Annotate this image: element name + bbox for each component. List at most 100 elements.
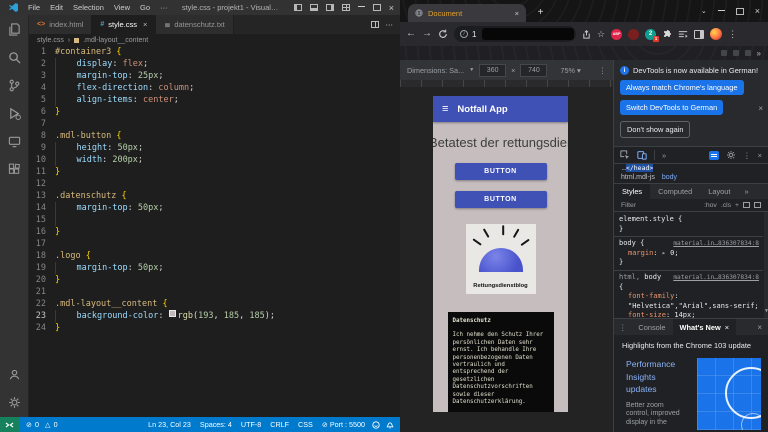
problems-indicator[interactable]: ⊘0 △0 [26, 420, 58, 429]
address-bar[interactable]: i 1 [454, 26, 576, 42]
status-item[interactable]: UTF-8 [241, 420, 261, 429]
menu-go[interactable]: Go [135, 3, 155, 12]
tab-close-icon[interactable]: × [515, 9, 519, 18]
browser-tab-document[interactable]: Document × [408, 4, 526, 22]
side-panel-icon[interactable] [694, 30, 704, 39]
more-tabs-icon[interactable]: » [662, 151, 666, 160]
dimensions-dropdown[interactable]: Dimensions: Sa... [407, 66, 464, 75]
card-title-link[interactable]: Performance Insights updates [626, 358, 688, 396]
new-rule-icon[interactable]: + [735, 202, 739, 209]
settings-gear-icon[interactable] [8, 396, 21, 409]
adblock-extension-icon[interactable]: ABP [611, 29, 622, 40]
feedback-icon[interactable] [709, 151, 719, 160]
toggle-class-button[interactable]: .cls [721, 202, 731, 209]
toggle-secondary-sidebar-icon[interactable] [326, 4, 334, 11]
devtools-close-icon[interactable]: × [758, 151, 762, 160]
tab-styles[interactable]: Styles [614, 184, 650, 199]
computed-sidebar-icon[interactable] [754, 202, 761, 208]
minimize-icon[interactable] [718, 10, 725, 11]
chevron-down-icon[interactable]: ⌄ [701, 7, 707, 15]
editor-more-actions-icon[interactable]: ⋯ [386, 20, 394, 29]
styles-pane[interactable]: element.style {}body {material.in…836307… [614, 212, 768, 318]
browser-menu-icon[interactable]: ⋮ [728, 29, 737, 40]
account-icon[interactable] [8, 368, 21, 381]
close-icon[interactable]: × [755, 6, 760, 16]
toggle-panel-icon[interactable] [310, 4, 318, 11]
app-button-1[interactable]: BUTTON [455, 163, 547, 180]
menu-edit[interactable]: Edit [45, 3, 68, 12]
tab-datenschutz-txt[interactable]: ≣ datenschutz.txt [156, 15, 233, 34]
tab-close-icon[interactable]: × [143, 20, 147, 29]
toggle-hover-button[interactable]: :hov [704, 202, 717, 209]
whats-new-card[interactable]: Performance Insights updates Better zoom… [614, 353, 768, 432]
tab-style-css[interactable]: # style.css × [92, 15, 156, 34]
grid-editor-icon[interactable] [743, 202, 750, 208]
breadcrumb-body[interactable]: body [662, 174, 677, 181]
settings-gear-icon[interactable] [726, 150, 736, 160]
new-tab-button[interactable]: + [534, 6, 547, 19]
bookmarks-overflow-icon[interactable]: » [757, 49, 761, 58]
bookmark-star-icon[interactable]: ☆ [597, 29, 605, 40]
tab-whats-new[interactable]: What's New × [673, 319, 737, 335]
extensions-puzzle-icon[interactable] [662, 29, 672, 39]
customize-layout-icon[interactable] [342, 4, 350, 11]
app-button-2[interactable]: BUTTON [455, 191, 547, 208]
css-rule[interactable]: body {material.in…836307834:8margin: ▸ 0… [614, 237, 763, 271]
explorer-icon[interactable] [8, 23, 21, 36]
reading-list-icon[interactable] [678, 30, 688, 39]
code-editor[interactable]: 1#container3 {2 display: flex;3 margin-t… [29, 46, 400, 417]
close-icon[interactable]: × [389, 3, 394, 13]
devtools-menu-icon[interactable]: ⋮ [743, 151, 751, 160]
minimize-icon[interactable] [358, 6, 365, 7]
source-control-icon[interactable] [8, 79, 21, 92]
search-icon[interactable] [8, 51, 21, 64]
status-item[interactable]: ⊘ Port : 5500 [322, 420, 365, 429]
extensions-icon[interactable] [8, 163, 21, 176]
feedback-icon[interactable] [372, 421, 380, 429]
status-item[interactable]: Spaces: 4 [200, 420, 232, 429]
zoom-dropdown[interactable]: 75% ▾ [560, 66, 580, 75]
switch-german-button[interactable]: Switch DevTools to German [620, 100, 723, 115]
filter-input[interactable]: Filter [621, 202, 636, 209]
menu-[interactable]: ··· [155, 3, 173, 12]
status-item[interactable]: Ln 23, Col 23 [148, 420, 191, 429]
bookmark-favicon[interactable] [721, 50, 727, 56]
breadcrumb-html[interactable]: html.mdl-js [621, 174, 655, 181]
remote-explorer-icon[interactable] [8, 135, 21, 148]
breadcrumb-symbol[interactable]: .mdl-layout__content [83, 37, 148, 44]
remote-indicator[interactable] [0, 417, 19, 432]
split-editor-icon[interactable] [371, 21, 379, 28]
hamburger-menu-icon[interactable]: ≡ [442, 104, 448, 115]
css-rule[interactable]: element.style {} [614, 213, 763, 237]
viewport-height-input[interactable]: 740 [520, 64, 547, 77]
css-rule[interactable]: html, bodymaterial.in…836307834:8{font-f… [614, 271, 763, 318]
status-item[interactable]: CRLF [270, 420, 289, 429]
inspect-element-icon[interactable] [620, 150, 630, 160]
viewport-width-input[interactable]: 360 [479, 64, 506, 77]
site-info-icon[interactable]: i [460, 30, 468, 38]
menu-file[interactable]: File [23, 3, 45, 12]
reload-icon[interactable] [438, 29, 448, 39]
menu-view[interactable]: View [109, 3, 135, 12]
breadcrumb-file[interactable]: style.css [37, 37, 64, 44]
maximize-icon[interactable] [373, 4, 381, 11]
elements-tree[interactable]: …</head> [614, 164, 768, 172]
device-toolbar-menu-icon[interactable]: ⋮ [599, 66, 606, 75]
stylesheet-link[interactable]: material.in…836307834:8 [673, 273, 759, 283]
tab-index-html[interactable]: <> index.html [29, 15, 92, 34]
stylesheet-link[interactable]: material.in…836307834:8 [673, 239, 759, 249]
profile-avatar[interactable] [710, 28, 722, 40]
share-icon[interactable] [582, 30, 591, 39]
more-panels-icon[interactable]: » [738, 184, 754, 199]
tab-layout[interactable]: Layout [700, 184, 738, 199]
bookmark-favicon[interactable] [745, 50, 751, 56]
notifications-bell-icon[interactable] [386, 421, 394, 429]
tab-computed[interactable]: Computed [650, 184, 700, 199]
maximize-icon[interactable] [736, 8, 744, 15]
infobar-close-icon[interactable]: × [758, 104, 763, 113]
extension-icon[interactable]: 21 [645, 29, 656, 40]
match-language-button[interactable]: Always match Chrome's language [620, 80, 744, 95]
menu-selection[interactable]: Selection [68, 3, 109, 12]
tab-console[interactable]: Console [631, 319, 672, 335]
toggle-sidebar-icon[interactable] [294, 4, 302, 11]
